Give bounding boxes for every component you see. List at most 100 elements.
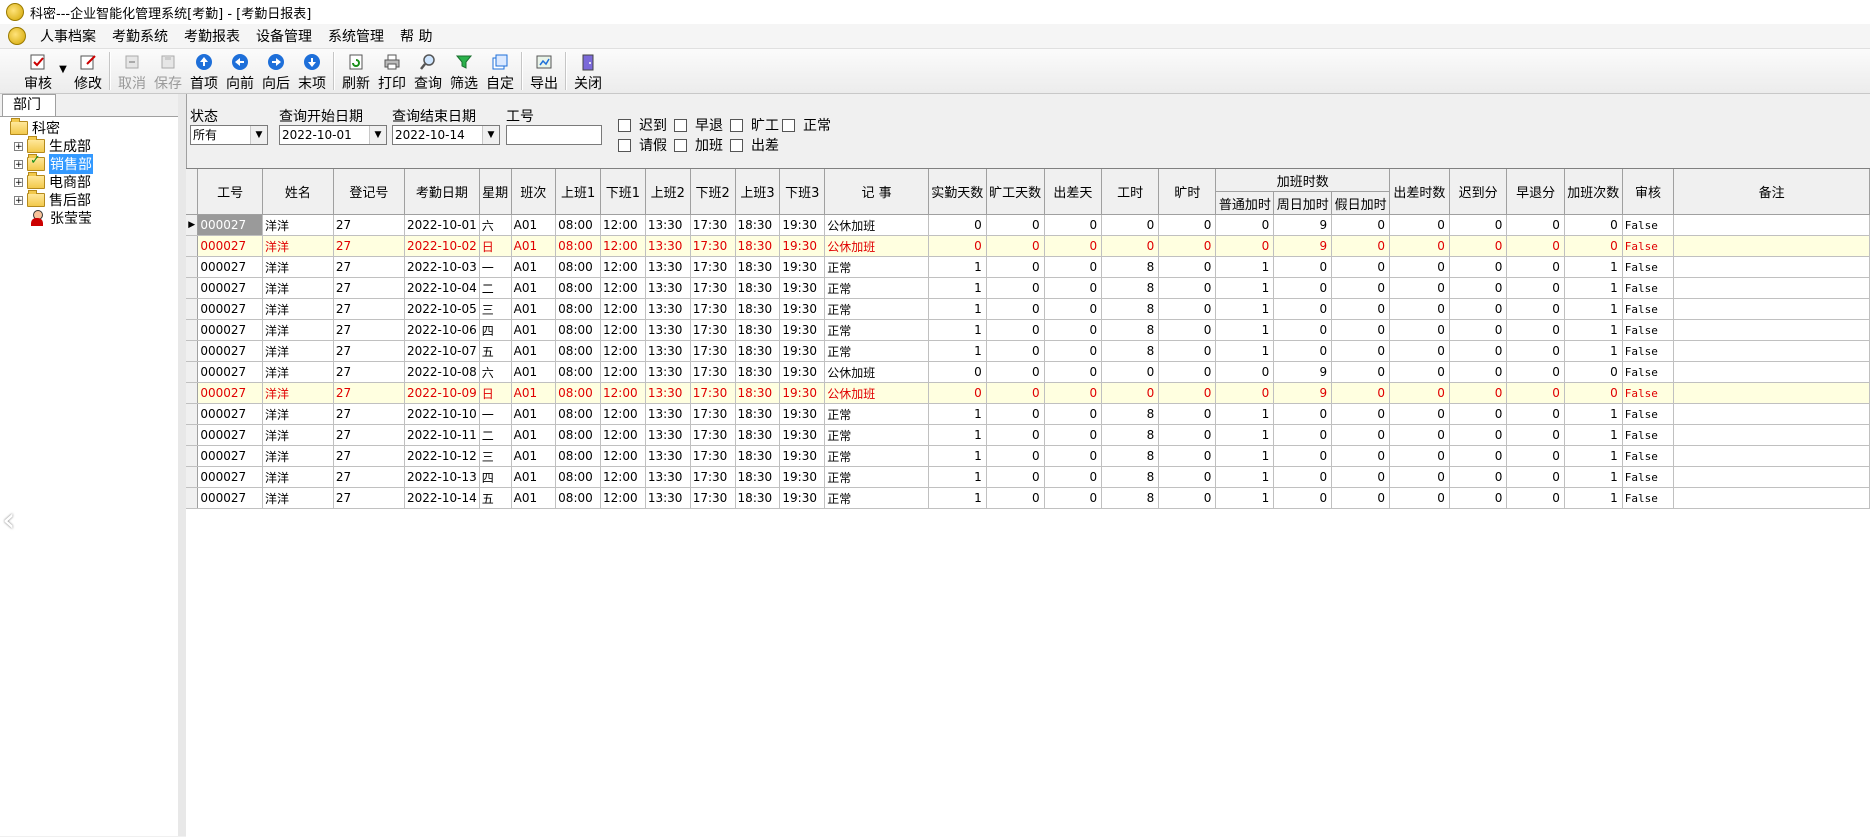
cell-absent-days[interactable]: 0 [986, 424, 1045, 446]
cell-audit[interactable]: False [1622, 235, 1675, 257]
col-header-ot-count[interactable]: 加班次数 [1564, 169, 1623, 215]
cell-ot-holiday[interactable]: 0 [1331, 361, 1391, 383]
cell-absent-hours[interactable]: 0 [1158, 487, 1217, 509]
cell-on2[interactable]: 13:30 [645, 424, 691, 446]
cell-on2[interactable]: 13:30 [645, 361, 691, 383]
cell-off2[interactable]: 17:30 [690, 382, 736, 404]
cell-trip-days[interactable]: 0 [1044, 382, 1103, 404]
cell-name[interactable]: 洋洋 [262, 466, 334, 488]
cell-note[interactable]: 正常 [824, 424, 929, 446]
cell-work-hours[interactable]: 0 [1101, 214, 1160, 236]
cell-absent-days[interactable]: 0 [986, 382, 1045, 404]
col-header-ot-holiday[interactable]: 假日加时 [1331, 191, 1391, 215]
cell-late-min[interactable]: 0 [1449, 340, 1508, 362]
cell-week[interactable]: 三 [479, 298, 512, 320]
tree-node-root[interactable]: 科密 [0, 118, 178, 137]
cell-shift[interactable]: A01 [511, 298, 557, 320]
cell-name[interactable]: 洋洋 [262, 340, 334, 362]
cell-ot-holiday[interactable]: 0 [1331, 235, 1391, 257]
cell-week[interactable]: 日 [479, 235, 512, 257]
cell-week[interactable]: 三 [479, 445, 512, 467]
cell-absent-days[interactable]: 0 [986, 277, 1045, 299]
cell-on2[interactable]: 13:30 [645, 277, 691, 299]
cell-audit[interactable]: False [1622, 340, 1675, 362]
cell-early-min[interactable]: 0 [1506, 298, 1565, 320]
cell-late-min[interactable]: 0 [1449, 403, 1508, 425]
cell-ot-normal[interactable]: 0 [1215, 382, 1275, 404]
cell-date[interactable]: 2022-10-12 [404, 445, 480, 467]
cell-work-hours[interactable]: 8 [1101, 298, 1160, 320]
cell-shift[interactable]: A01 [511, 319, 557, 341]
row-indicator[interactable] [186, 235, 199, 257]
dropdown-arrow-icon[interactable]: ▼ [369, 126, 386, 144]
cell-off1[interactable]: 12:00 [600, 319, 646, 341]
cell-ot-holiday[interactable]: 0 [1331, 319, 1391, 341]
row-indicator[interactable] [186, 487, 199, 509]
print-button[interactable]: 打印 [374, 49, 410, 93]
absent-checkbox[interactable]: 旷工 [730, 115, 779, 135]
cell-absent-days[interactable]: 0 [986, 487, 1045, 509]
cell-on2[interactable]: 13:30 [645, 235, 691, 257]
cell-reg[interactable]: 27 [333, 424, 406, 446]
cell-note[interactable]: 正常 [824, 466, 929, 488]
edit-button[interactable]: 修改 [70, 49, 106, 93]
table-row[interactable]: 000027 洋洋 27 2022-10-10 一 A01 08:00 12:00 13:30 1… [186, 403, 1870, 425]
cell-on1[interactable]: 08:00 [555, 277, 602, 299]
cell-on3[interactable]: 18:30 [735, 361, 781, 383]
cell-off2[interactable]: 17:30 [690, 235, 736, 257]
start-date-picker[interactable]: 2022-10-01 ▼ [279, 125, 387, 145]
tree-node-dept-selected[interactable]: + 销售部 [0, 153, 178, 174]
row-indicator[interactable] [186, 361, 199, 383]
cell-note[interactable]: 正常 [824, 340, 929, 362]
close-button[interactable]: 关闭 [570, 49, 606, 93]
cell-week[interactable]: 五 [479, 340, 512, 362]
cell-on1[interactable]: 08:00 [555, 361, 602, 383]
cell-ot-holiday[interactable]: 0 [1331, 445, 1391, 467]
cell-ot-weekend[interactable]: 0 [1273, 340, 1333, 362]
cell-on1[interactable]: 08:00 [555, 424, 602, 446]
cell-remark[interactable] [1673, 319, 1870, 341]
cell-on1[interactable]: 08:00 [555, 298, 602, 320]
col-header-trip-days[interactable]: 出差天 [1044, 169, 1103, 215]
cell-late-min[interactable]: 0 [1449, 235, 1508, 257]
cell-on3[interactable]: 18:30 [735, 340, 781, 362]
cell-ot-normal[interactable]: 1 [1215, 445, 1275, 467]
cell-ot-weekend[interactable]: 0 [1273, 466, 1333, 488]
cell-ot-weekend[interactable]: 0 [1273, 487, 1333, 509]
cell-on3[interactable]: 18:30 [735, 214, 781, 236]
cell-ot-count[interactable]: 1 [1564, 319, 1623, 341]
late-checkbox[interactable]: 迟到 [618, 115, 667, 135]
col-header-on3[interactable]: 上班3 [735, 169, 781, 215]
dropdown-arrow-icon[interactable]: ▼ [250, 126, 267, 144]
cell-name[interactable]: 洋洋 [262, 214, 334, 236]
table-row[interactable]: 000027 洋洋 27 2022-10-08 六 A01 08:00 12:00 13:30 1… [186, 361, 1870, 383]
cell-on2[interactable]: 13:30 [645, 466, 691, 488]
cell-on2[interactable]: 13:30 [645, 319, 691, 341]
table-row[interactable]: 000027 洋洋 27 2022-10-07 五 A01 08:00 12:00 13:30 1… [186, 340, 1870, 362]
cell-audit[interactable]: False [1622, 298, 1675, 320]
expand-plus-icon[interactable]: + [14, 141, 23, 151]
cell-trip-hours[interactable]: 0 [1389, 361, 1450, 383]
cell-work-days[interactable]: 1 [928, 403, 987, 425]
cell-audit[interactable]: False [1622, 319, 1675, 341]
cell-week[interactable]: 六 [479, 361, 512, 383]
cell-work-days[interactable]: 1 [928, 277, 987, 299]
table-row[interactable]: ▶ 000027 洋洋 27 2022-10-01 六 A01 08:00 12:00 13:30… [186, 214, 1870, 236]
cell-remark[interactable] [1673, 445, 1870, 467]
cell-note[interactable]: 公休加班 [824, 382, 929, 404]
cell-audit[interactable]: False [1622, 214, 1675, 236]
col-header-ot-weekend[interactable]: 周日加时 [1273, 191, 1333, 215]
cell-off1[interactable]: 12:00 [600, 382, 646, 404]
cell-trip-hours[interactable]: 0 [1389, 277, 1450, 299]
cell-trip-days[interactable]: 0 [1044, 340, 1103, 362]
cell-off2[interactable]: 17:30 [690, 487, 736, 509]
cell-absent-hours[interactable]: 0 [1158, 319, 1217, 341]
cell-off1[interactable]: 12:00 [600, 445, 646, 467]
cell-reg[interactable]: 27 [333, 256, 406, 278]
row-indicator[interactable] [186, 466, 199, 488]
cell-off3[interactable]: 19:30 [779, 403, 826, 425]
end-date-picker[interactable]: 2022-10-14 ▼ [392, 125, 500, 145]
audit-dropdown-arrow[interactable]: ▼ [56, 49, 70, 89]
cell-absent-hours[interactable]: 0 [1158, 214, 1217, 236]
cell-off3[interactable]: 19:30 [779, 235, 826, 257]
